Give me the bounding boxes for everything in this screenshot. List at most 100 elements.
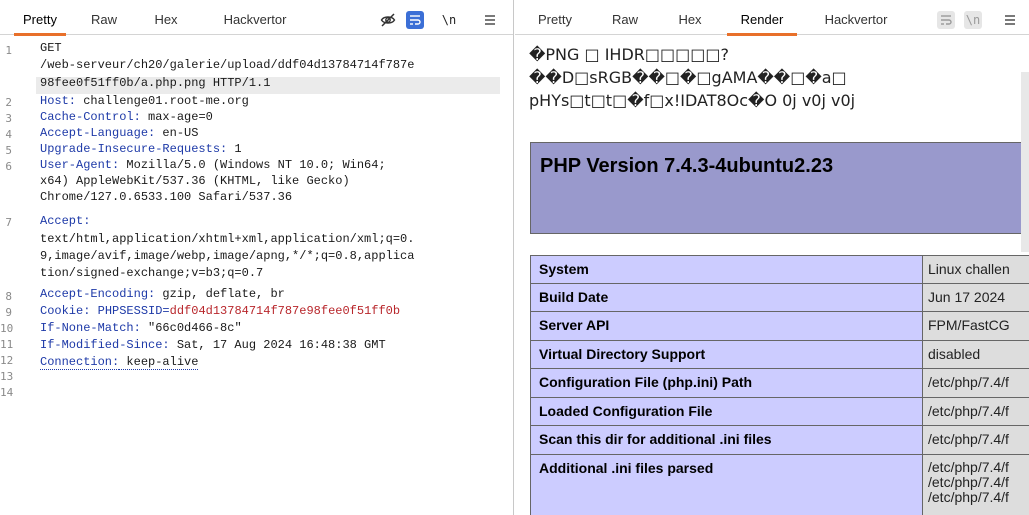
header-name: Accept-Encoding: (40, 287, 156, 301)
table-value: /etc/php/7.4/f (922, 425, 1029, 455)
phpinfo-title: PHP Version 7.4.3-4ubuntu2.23 (540, 155, 834, 177)
line-number: 1 (5, 44, 12, 57)
vertical-scrollbar[interactable] (1021, 72, 1029, 252)
line-number: 13 (0, 370, 14, 383)
header-accept: Accept: (40, 213, 90, 229)
header-name: Connection: (40, 355, 120, 370)
table-key: Configuration File (php.ini) Path (530, 368, 923, 398)
header-if-none-match: If-None-Match: "66c0d466-8c" (40, 320, 242, 336)
tab-raw[interactable]: Raw (605, 5, 645, 35)
table-value: Jun 17 2024 (922, 283, 1029, 312)
table-key: Server API (530, 311, 923, 341)
header-host: Host: challenge01.root-me.org (40, 93, 249, 109)
header-value: "66c0d466-8c" (140, 321, 242, 335)
menu-icon[interactable] (481, 11, 499, 29)
header-value: Mozilla/5.0 (Windows NT 10.0; Win64; (119, 158, 386, 172)
line-number: 6 (5, 160, 12, 173)
table-value: disabled (922, 340, 1029, 369)
line-number-gutter: 1 2 3 4 5 6 7 8 9 10 11 12 13 14 (0, 36, 36, 515)
header-value: keep-alive (119, 355, 199, 370)
header-value: Sat, 17 Aug 2024 16:48:38 GMT (169, 338, 386, 352)
header-user-agent: User-Agent: Mozilla/5.0 (Windows NT 10.0… (40, 157, 386, 173)
table-key: Build Date (530, 283, 923, 312)
line-number: 10 (0, 322, 14, 335)
render-view[interactable]: �PNG □ IHDR□□□□□? ��D□sRGB��□�□gAMA��□�a… (515, 36, 1029, 515)
newline-icon[interactable]: \n (440, 11, 458, 29)
header-value: en-US (155, 126, 199, 140)
tab-pretty[interactable]: Pretty (529, 5, 581, 35)
line-number: 12 (0, 354, 14, 367)
table-key: Additional .ini files parsed (530, 454, 923, 515)
table-value: /etc/php/7.4/f (922, 397, 1029, 426)
header-name: Accept: (40, 214, 91, 228)
line-number: 3 (5, 112, 12, 125)
header-user-agent-cont: Chrome/127.0.6533.100 Safari/537.36 (40, 190, 293, 204)
tab-hackvertor[interactable]: Hackvertor (210, 5, 300, 35)
tab-pretty[interactable]: Pretty (14, 5, 66, 36)
table-key: Virtual Directory Support (530, 340, 923, 369)
line-number: 7 (5, 216, 12, 229)
response-tabbar: Pretty Raw Hex Render Hackvertor \n (515, 5, 1029, 36)
cookie-name: PHPSESSID= (90, 304, 170, 318)
word-wrap-icon[interactable] (406, 11, 424, 29)
line-number: 11 (0, 338, 14, 351)
header-value: gzip, deflate, br (155, 287, 285, 301)
table-value-line: /etc/php/7.4/f (928, 474, 1009, 490)
table-value: FPM/FastCG (922, 311, 1029, 341)
newline-label: \n (965, 13, 981, 27)
eye-off-icon[interactable] (379, 11, 397, 29)
tab-raw[interactable]: Raw (84, 5, 124, 35)
word-wrap-icon[interactable] (937, 11, 955, 29)
binary-garble-line: �PNG □ IHDR□□□□□? (529, 45, 729, 64)
header-value: 1 (227, 142, 242, 156)
newline-icon[interactable]: \n (964, 11, 982, 29)
table-value-line: /etc/php/7.4/f (928, 459, 1009, 475)
tab-render[interactable]: Render (727, 5, 797, 36)
line-number: 4 (5, 128, 12, 141)
table-key: Loaded Configuration File (530, 397, 923, 426)
header-value: challenge01.root-me.org (76, 94, 249, 108)
header-accept-value-cont: tion/signed-exchange;v=b3;q=0.7 (40, 266, 264, 280)
cookie-value: ddf04d13784714f787e98fee0f51ff0b (169, 304, 401, 318)
request-tabbar: Pretty Raw Hex Hackvertor \n (0, 5, 513, 36)
menu-icon[interactable] (1001, 11, 1019, 29)
header-accept-value-cont: 9,image/avif,image/webp,image/apng,*/*;q… (40, 249, 415, 263)
header-name: Upgrade-Insecure-Requests: (40, 142, 228, 156)
line-number: 9 (5, 306, 12, 319)
header-name: Accept-Language: (40, 126, 156, 140)
binary-garble-line: pHYs□t□t□�f□x!IDAT8Oc�O 0j v0j v0j (529, 91, 856, 110)
binary-garble-line: ��D□sRGB��□�□gAMA��□�a□ (529, 68, 847, 87)
header-accept-value: text/html,application/xhtml+xml,applicat… (40, 232, 415, 246)
table-value-line: /etc/php/7.4/f (928, 489, 1009, 505)
line-number: 2 (5, 96, 12, 109)
header-name: If-None-Match: (40, 321, 141, 335)
request-editor[interactable]: 1 2 3 4 5 6 7 8 9 10 11 12 13 14 GET /we… (0, 36, 513, 515)
header-name: User-Agent: (40, 158, 120, 172)
request-pane: Pretty Raw Hex Hackvertor \n 1 2 3 4 5 6… (0, 0, 514, 515)
table-value: /etc/php/7.4/f (922, 368, 1029, 398)
header-if-modified-since: If-Modified-Since: Sat, 17 Aug 2024 16:4… (40, 337, 386, 353)
line-number: 5 (5, 144, 12, 157)
phpinfo-header: PHP Version 7.4.3-4ubuntu2.23 (530, 142, 1029, 234)
table-value: Linux challen (922, 255, 1029, 284)
request-line-path: /web-serveur/ch20/galerie/upload/ddf04d1… (40, 58, 415, 72)
burp-message-editor: Pretty Raw Hex Hackvertor \n 1 2 3 4 5 6… (0, 0, 1029, 515)
table-key: Scan this dir for additional .ini files (530, 425, 923, 455)
tab-hackvertor[interactable]: Hackvertor (811, 5, 901, 35)
tab-hex[interactable]: Hex (146, 5, 186, 35)
header-name: If-Modified-Since: (40, 338, 170, 352)
header-connection: Connection: keep-alive (40, 354, 199, 370)
tab-hex[interactable]: Hex (670, 5, 710, 35)
newline-label: \n (441, 13, 457, 27)
request-line-path-cont: 98fee0f51ff0b/a.php.png HTTP/1.1 (40, 76, 271, 90)
table-key: System (530, 255, 923, 284)
header-name: Cookie: (40, 304, 91, 318)
header-user-agent-cont: x64) AppleWebKit/537.36 (KHTML, like Gec… (40, 174, 350, 188)
header-name: Host: (40, 94, 77, 108)
response-pane: Pretty Raw Hex Render Hackvertor \n �PNG… (515, 0, 1029, 515)
request-line-method: GET (40, 41, 62, 55)
header-accept-encoding: Accept-Encoding: gzip, deflate, br (40, 286, 285, 302)
header-cookie: Cookie: PHPSESSID=ddf04d13784714f787e98f… (40, 303, 400, 319)
header-upgrade-insecure-requests: Upgrade-Insecure-Requests: 1 (40, 141, 242, 157)
header-cache-control: Cache-Control: max-age=0 (40, 109, 213, 125)
